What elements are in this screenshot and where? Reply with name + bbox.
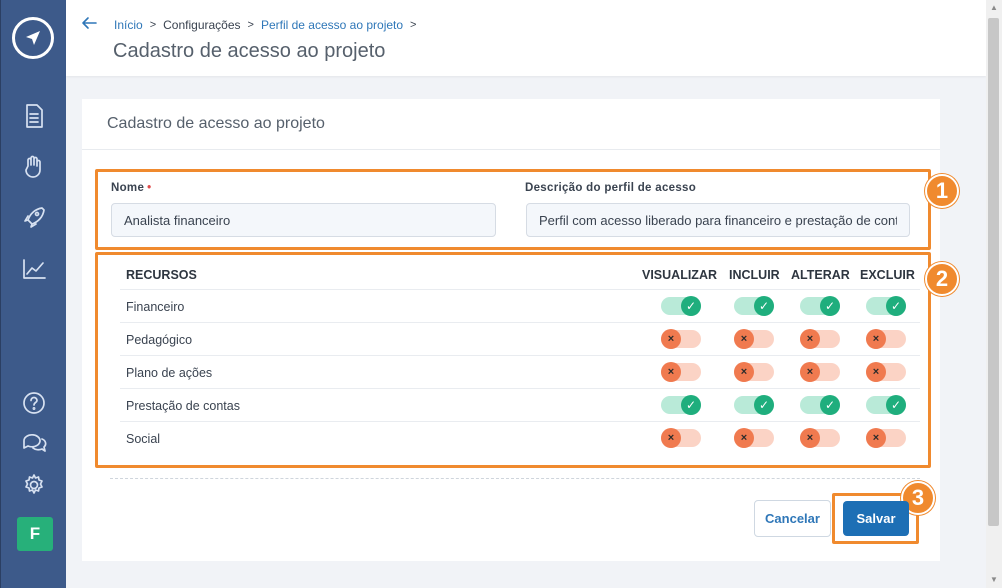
check-icon: ✓	[681, 296, 701, 316]
toggle-view[interactable]: ×	[661, 428, 701, 448]
x-icon: ×	[734, 428, 754, 448]
check-icon: ✓	[754, 395, 774, 415]
dashed-divider	[110, 478, 920, 479]
gear-icon[interactable]	[18, 469, 50, 501]
resource-name: Pedagógico	[126, 333, 193, 347]
breadcrumb: Início > Configurações > Perfil de acess…	[114, 18, 419, 32]
x-icon: ×	[734, 362, 754, 382]
cancel-button[interactable]: Cancelar	[754, 500, 831, 537]
table-row: Financeiro ✓ ✓ ✓ ✓	[120, 289, 920, 322]
toggle-delete[interactable]: ×	[866, 428, 906, 448]
resource-name: Social	[126, 432, 161, 446]
toggle-include[interactable]: ✓	[734, 296, 774, 316]
scroll-down-icon[interactable]: ▼	[989, 575, 999, 585]
x-icon: ×	[800, 362, 820, 382]
chevron-right-icon: >	[247, 19, 254, 31]
chat-icon[interactable]	[18, 427, 50, 459]
toggle-view[interactable]: ✓	[661, 296, 701, 316]
document-icon[interactable]	[18, 100, 50, 132]
toggle-delete[interactable]: ✓	[866, 296, 906, 316]
toggle-edit[interactable]: ×	[800, 329, 840, 349]
resource-name: Plano de ações	[126, 366, 213, 380]
toggle-edit[interactable]: ×	[800, 362, 840, 382]
annotation-badge-2: 2	[925, 262, 959, 296]
table-row: Plano de ações × × × ×	[120, 355, 920, 388]
x-icon: ×	[866, 428, 886, 448]
table-row: Social × × × ×	[120, 421, 920, 454]
name-input[interactable]	[111, 203, 496, 237]
toggle-include[interactable]: ×	[734, 329, 774, 349]
chevron-right-icon: >	[410, 19, 417, 31]
toggle-view[interactable]: ×	[661, 329, 701, 349]
help-icon[interactable]	[18, 387, 50, 419]
x-icon: ×	[800, 329, 820, 349]
x-icon: ×	[661, 362, 681, 382]
resource-name: Prestação de contas	[126, 399, 240, 413]
page-header: Início > Configurações > Perfil de acess…	[66, 0, 986, 76]
breadcrumb-settings[interactable]: Configurações	[163, 18, 240, 32]
toggle-edit[interactable]: ×	[800, 428, 840, 448]
column-header-include: INCLUIR	[729, 268, 780, 282]
column-header-edit: ALTERAR	[791, 268, 850, 282]
toggle-include[interactable]: ✓	[734, 395, 774, 415]
sidebar: F	[0, 0, 66, 588]
page-title: Cadastro de acesso ao projeto	[113, 40, 386, 62]
name-label-text: Nome	[111, 182, 145, 194]
x-icon: ×	[734, 329, 754, 349]
breadcrumb-home[interactable]: Início	[114, 18, 143, 32]
check-icon: ✓	[681, 395, 701, 415]
description-label: Descrição do perfil de acesso	[525, 182, 697, 194]
breadcrumb-access-profile[interactable]: Perfil de acesso ao projeto	[261, 18, 403, 32]
app-logo-icon[interactable]	[12, 17, 54, 59]
table-row: Pedagógico × × × ×	[120, 322, 920, 355]
divider	[82, 149, 940, 150]
x-icon: ×	[866, 362, 886, 382]
toggle-include[interactable]: ×	[734, 428, 774, 448]
column-header-delete: EXCLUIR	[860, 268, 915, 282]
toggle-edit[interactable]: ✓	[800, 296, 840, 316]
chart-trend-icon[interactable]	[18, 253, 50, 285]
annotation-badge-1: 1	[925, 174, 959, 208]
back-arrow-icon[interactable]	[80, 14, 98, 32]
scrollbar-thumb[interactable]	[988, 18, 999, 526]
toggle-include[interactable]: ×	[734, 362, 774, 382]
rocket-icon[interactable]	[18, 202, 50, 234]
scroll-up-icon[interactable]: ▲	[989, 3, 999, 13]
check-icon: ✓	[886, 395, 906, 415]
x-icon: ×	[661, 329, 681, 349]
x-icon: ×	[866, 329, 886, 349]
resource-name: Financeiro	[126, 300, 185, 314]
toggle-edit[interactable]: ✓	[800, 395, 840, 415]
card-title: Cadastro de acesso ao projeto	[107, 115, 325, 132]
toggle-delete[interactable]: ×	[866, 362, 906, 382]
toggle-view[interactable]: ×	[661, 362, 701, 382]
hand-heart-icon[interactable]	[18, 151, 50, 183]
toggle-delete[interactable]: ✓	[866, 395, 906, 415]
check-icon: ✓	[820, 296, 840, 316]
column-header-resources: RECURSOS	[126, 268, 197, 282]
toggle-delete[interactable]: ×	[866, 329, 906, 349]
save-button[interactable]: Salvar	[843, 501, 909, 536]
column-header-view: VISUALIZAR	[642, 268, 717, 282]
required-mark: •	[147, 182, 152, 194]
check-icon: ✓	[886, 296, 906, 316]
name-label: Nome •	[111, 182, 151, 194]
chevron-right-icon: >	[149, 19, 157, 31]
x-icon: ×	[661, 428, 681, 448]
x-icon: ×	[800, 428, 820, 448]
check-icon: ✓	[820, 395, 840, 415]
avatar[interactable]: F	[17, 517, 53, 551]
table-row: Prestação de contas ✓ ✓ ✓ ✓	[120, 388, 920, 421]
check-icon: ✓	[754, 296, 774, 316]
description-input[interactable]	[526, 203, 910, 237]
toggle-view[interactable]: ✓	[661, 395, 701, 415]
